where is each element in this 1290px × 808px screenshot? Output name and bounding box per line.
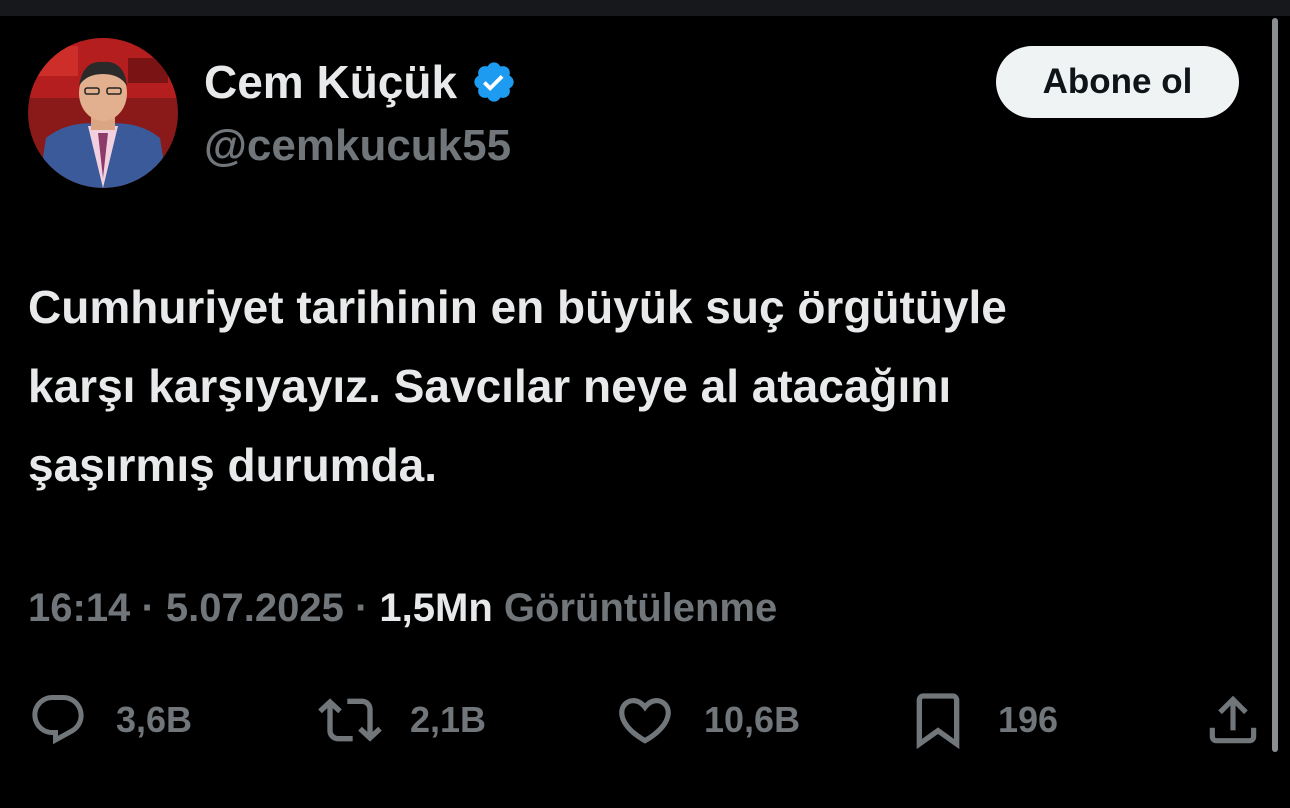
views-label: Görüntülenme xyxy=(503,586,778,630)
repost-count: 2,1B xyxy=(410,699,487,740)
tweet-text: Cumhuriyet tarihinin en büyük suç örgütü… xyxy=(28,268,1268,505)
repost-button[interactable]: 2,1B xyxy=(318,688,486,752)
avatar[interactable] xyxy=(28,38,178,188)
tweet-meta: 16:14 · 5.07.2025 · 1,5Mn Görüntülenme xyxy=(28,580,777,636)
verified-badge-icon[interactable] xyxy=(471,59,517,105)
views-count: 1,5Mn xyxy=(379,586,493,630)
bookmark-count: 196 xyxy=(998,699,1059,740)
reply-button[interactable]: 3,6B xyxy=(28,688,192,752)
bookmark-button[interactable]: 196 xyxy=(906,688,1058,752)
top-status-strip xyxy=(0,0,1290,16)
tweet-text-line: şaşırmış durumda. xyxy=(28,439,438,491)
bookmark-icon xyxy=(916,693,960,750)
reply-icon xyxy=(32,695,84,745)
scrollbar[interactable] xyxy=(1272,18,1278,752)
like-count: 10,6B xyxy=(704,699,801,740)
repost-icon xyxy=(318,698,382,742)
display-name-text[interactable]: Cem Küçük xyxy=(204,52,457,112)
like-button[interactable]: 10,6B xyxy=(614,688,800,752)
reply-count: 3,6B xyxy=(116,699,193,740)
subscribe-button[interactable]: Abone ol xyxy=(996,46,1239,118)
share-button[interactable] xyxy=(1202,688,1264,752)
tweet-text-line: karşı karşıyayız. Savcılar neye al ataca… xyxy=(28,360,952,412)
author-handle[interactable]: @cemkucuk55 xyxy=(204,118,511,174)
share-icon xyxy=(1209,695,1257,744)
meta-separator: · xyxy=(141,586,155,630)
tweet-time[interactable]: 16:14 xyxy=(28,586,130,630)
tweet-date[interactable]: 5.07.2025 xyxy=(166,586,344,630)
tweet-text-line: Cumhuriyet tarihinin en büyük suç örgütü… xyxy=(28,281,1007,333)
heart-icon xyxy=(619,698,671,744)
meta-separator: · xyxy=(354,586,369,630)
author-display-name[interactable]: Cem Küçük xyxy=(204,52,517,112)
